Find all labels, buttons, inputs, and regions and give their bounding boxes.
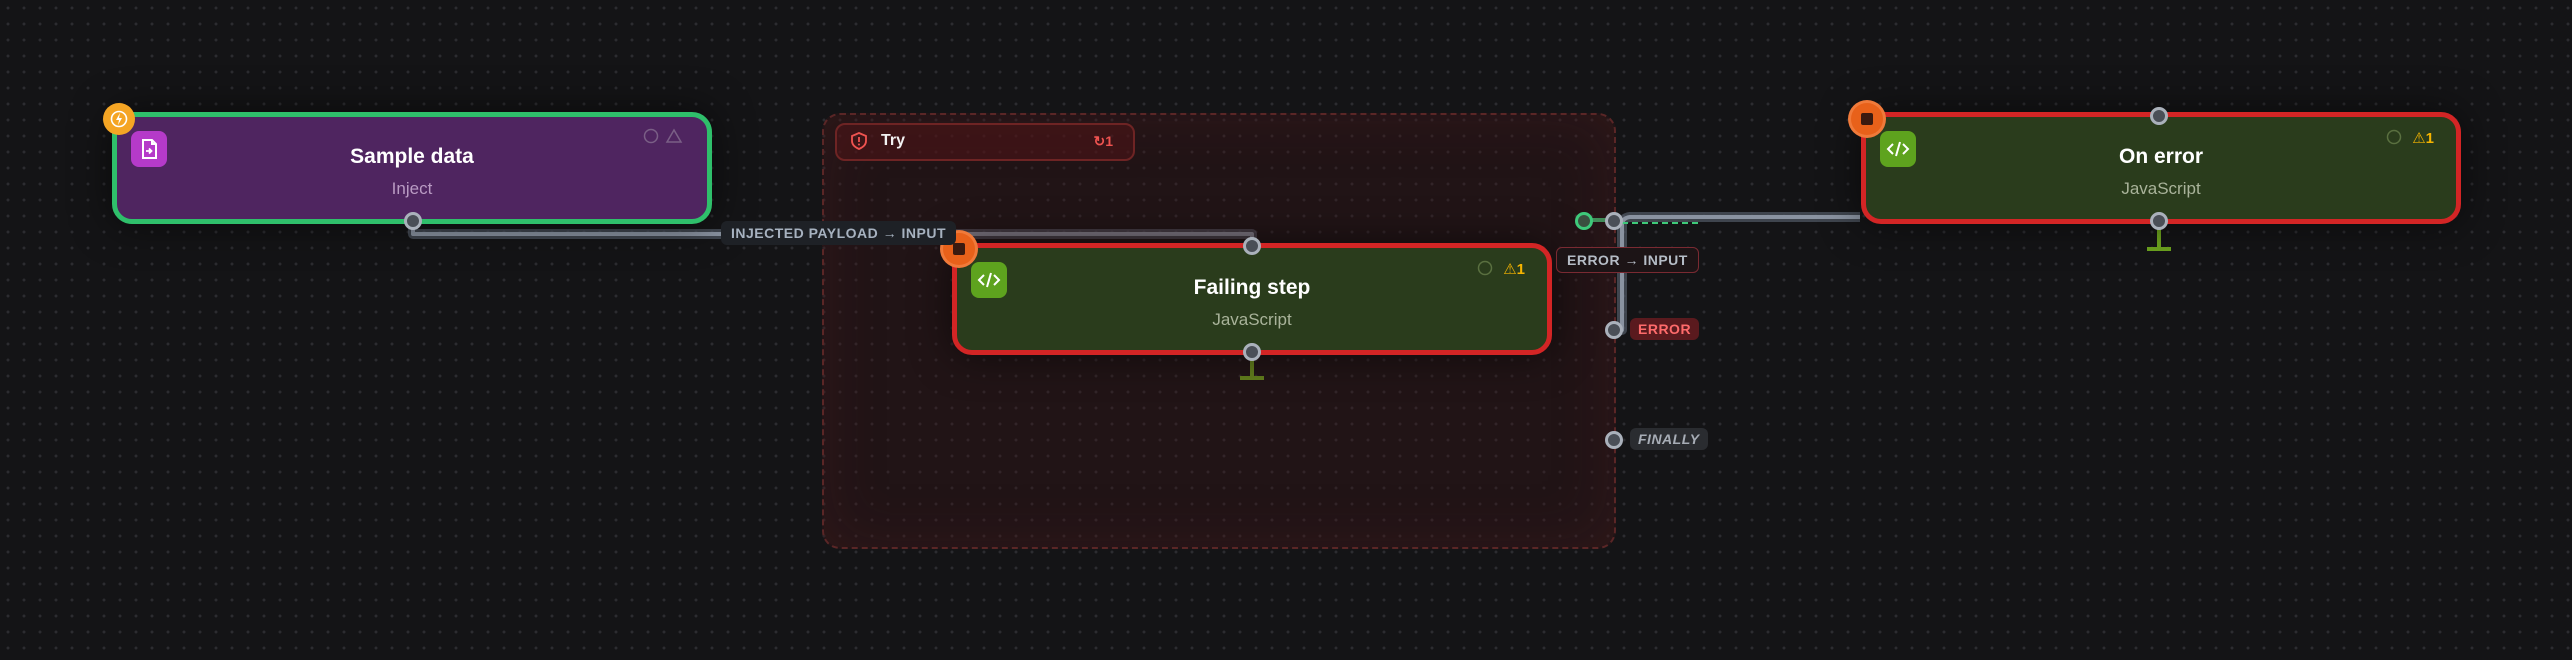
node-subtitle: JavaScript: [2121, 179, 2201, 198]
edge-label-payload[interactable]: INJECTED PAYLOAD → INPUT: [721, 221, 957, 245]
try-finally-handle[interactable]: [1605, 431, 1623, 449]
info-circle-icon: [1477, 260, 1493, 276]
try-error-handle[interactable]: [1605, 321, 1623, 339]
node-subtitle: JavaScript: [1212, 310, 1292, 329]
trigger-badge: [103, 103, 135, 135]
node-title: Failing step: [1193, 276, 1311, 299]
error-port-label: ERROR: [1630, 318, 1700, 340]
node-title: On error: [2118, 145, 2204, 168]
bolt-icon: [110, 110, 128, 128]
output-handle[interactable]: [404, 212, 422, 230]
stop-icon: [953, 243, 965, 255]
output-handle[interactable]: [1243, 343, 1261, 361]
node-failing-step[interactable]: ⚠1 Failing step JavaScript: [952, 243, 1552, 355]
output-handle[interactable]: [2150, 212, 2168, 230]
try-success-handle[interactable]: [1575, 212, 1593, 230]
info-circle-icon: [2386, 129, 2402, 145]
input-handle[interactable]: [1243, 237, 1261, 255]
node-subtitle: Inject: [391, 179, 433, 198]
finally-port-label: FINALLY: [1630, 428, 1708, 450]
node-title: Sample data: [350, 145, 474, 168]
try-group-header[interactable]: Try ↻1: [835, 123, 1135, 161]
shield-icon: [851, 132, 867, 150]
retry-icon: ↻: [1093, 133, 1106, 149]
retry-indicator: ↻1: [1093, 133, 1113, 150]
node-sample-data[interactable]: Sample data Inject: [112, 112, 712, 224]
node-on-error[interactable]: ⚠1 On error JavaScript: [1861, 112, 2461, 224]
stop-icon: [1861, 113, 1873, 125]
stop-badge: [1851, 103, 1883, 135]
try-input-handle[interactable]: [1605, 212, 1623, 230]
input-handle[interactable]: [2150, 107, 2168, 125]
edge-label-error-input[interactable]: ERROR → INPUT: [1556, 247, 1699, 273]
retry-count: 1: [1105, 133, 1113, 149]
try-group-title: Try: [881, 132, 906, 149]
